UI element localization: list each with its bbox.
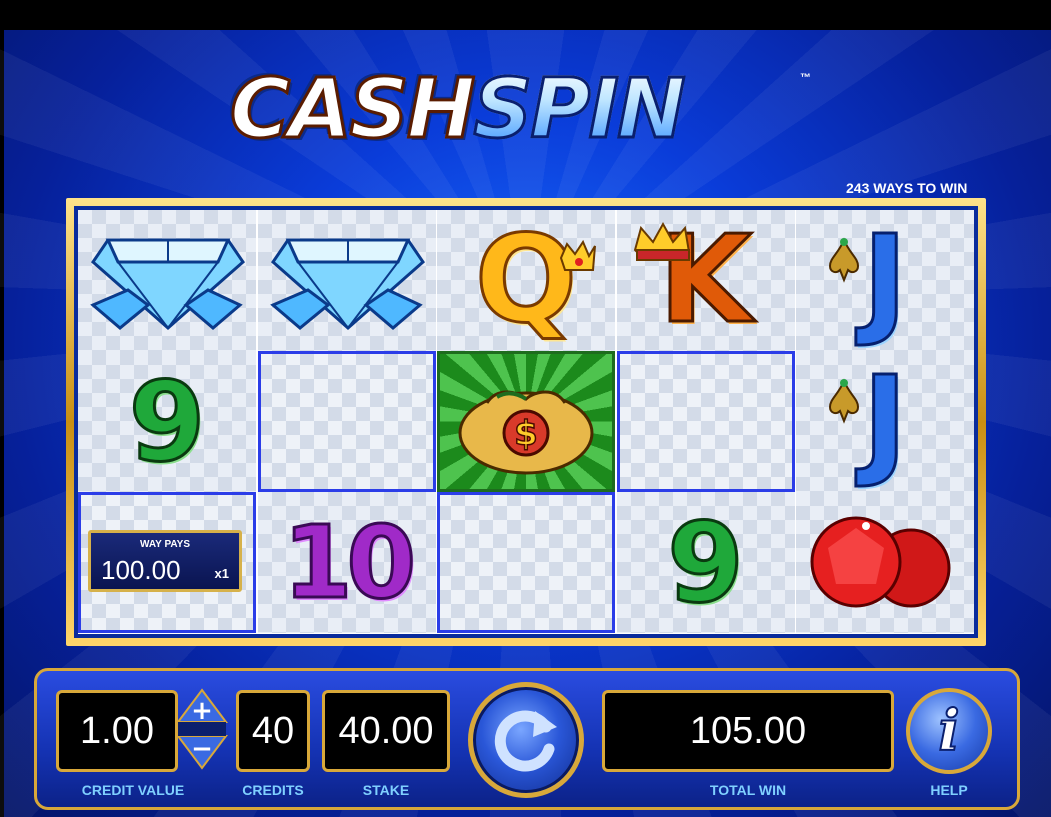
way-pays-multiplier: x1 xyxy=(214,566,229,581)
refresh-arrow-icon xyxy=(494,710,557,772)
nine-symbol: 9 xyxy=(127,356,207,487)
diamonds-icon xyxy=(269,238,425,330)
crown-icon xyxy=(633,221,690,261)
fleur-de-lis-icon xyxy=(828,378,860,424)
credits-label: CREDITS xyxy=(242,782,304,798)
reel-2-row-1 xyxy=(257,210,436,351)
game-logo: CASHSPIN ™ xyxy=(228,60,830,160)
increase-credit-button[interactable]: + xyxy=(188,696,216,726)
reel-1-row-2: 9 xyxy=(78,351,256,492)
money-bag-icon: $ xyxy=(458,390,594,475)
credit-value-display: 1.00 xyxy=(56,690,178,772)
spin-button[interactable] xyxy=(468,682,584,798)
ways-to-win-label: 243 WAYS TO WIN xyxy=(846,180,968,196)
trademark: ™ xyxy=(800,72,811,84)
info-icon: i xyxy=(937,697,960,765)
stake-label: STAKE xyxy=(362,782,410,798)
reel-5-row-2: J xyxy=(796,351,974,492)
decrease-credit-button[interactable]: − xyxy=(188,734,216,764)
total-win-display: 105.00 xyxy=(602,690,894,772)
reel-5-row-1: J xyxy=(796,210,974,351)
reel-2-row-2 xyxy=(257,351,436,492)
reel-4-row-2 xyxy=(616,351,795,492)
stake-display: 40.00 xyxy=(322,690,450,772)
logo-cash: CASH xyxy=(228,61,476,159)
ten-symbol: 10 xyxy=(281,503,417,623)
reels-frame: Q K J 9 $ J WAY PAYS 100.00 x1 10 9 xyxy=(66,198,986,646)
reel-1-row-3: WAY PAYS 100.00 x1 xyxy=(78,492,256,633)
credit-value-label: CREDIT VALUE xyxy=(81,782,185,798)
help-label: HELP xyxy=(930,782,968,798)
reel-3-row-3 xyxy=(437,492,615,633)
nine-symbol: 9 xyxy=(666,497,746,628)
reel-4-row-1: K xyxy=(616,210,795,351)
reel-5-row-3 xyxy=(796,492,974,633)
reel-2-row-3: 10 xyxy=(257,492,436,633)
reel-1-row-1 xyxy=(78,210,256,351)
way-pays-badge: WAY PAYS 100.00 x1 xyxy=(88,530,242,592)
way-pays-label: WAY PAYS xyxy=(139,539,191,550)
crown-icon xyxy=(559,239,596,271)
reel-3-row-2: $ xyxy=(437,351,615,492)
reels-grid: Q K J 9 $ J WAY PAYS 100.00 x1 10 9 xyxy=(78,210,974,634)
svg-text:$: $ xyxy=(514,414,538,454)
reel-3-row-1: Q xyxy=(437,210,615,351)
fleur-de-lis-icon xyxy=(828,237,860,283)
logo-text: CASHSPIN xyxy=(228,60,687,160)
way-pays-amount: 100.00 xyxy=(101,555,181,585)
diamonds-icon xyxy=(90,238,245,330)
help-button[interactable]: i xyxy=(906,688,992,774)
rubies-icon xyxy=(810,516,951,608)
total-win-label: TOTAL WIN xyxy=(709,782,787,798)
logo-spin: SPIN xyxy=(472,61,687,159)
credits-display: 40 xyxy=(236,690,310,772)
reel-4-row-3: 9 xyxy=(616,492,795,633)
